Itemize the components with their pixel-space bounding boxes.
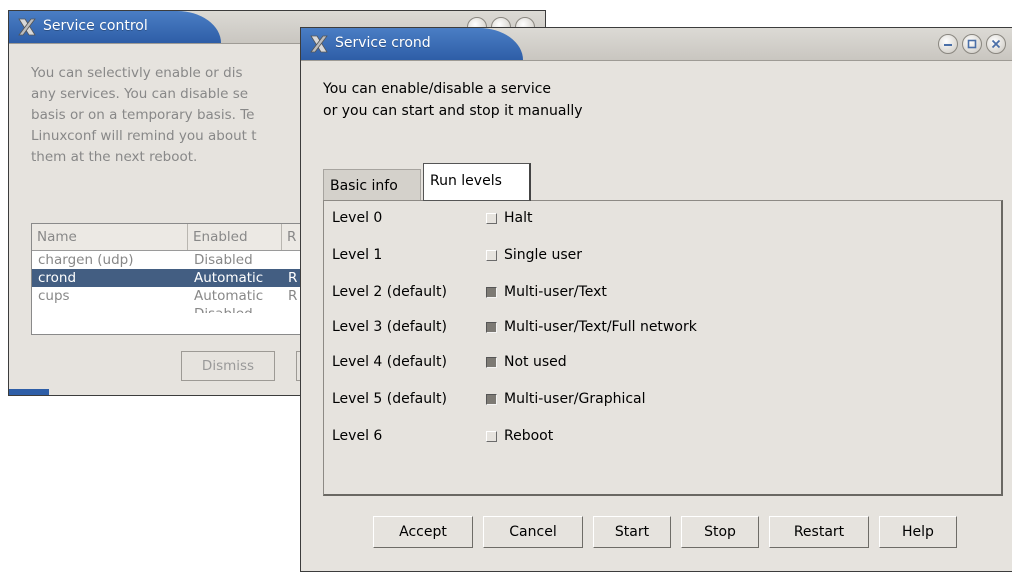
- intro-line: You can enable/disable a service: [323, 81, 552, 97]
- cell-enabled: Disabled: [194, 252, 253, 268]
- cell-name: cups: [38, 288, 70, 304]
- description-line: Linuxconf will remind you about t: [31, 128, 257, 144]
- intro-text: You can enable/disable a service or you …: [323, 78, 583, 122]
- help-button[interactable]: Help: [879, 516, 957, 548]
- tab-basic-info[interactable]: Basic info: [323, 169, 421, 201]
- level-label[interactable]: Not used: [504, 351, 567, 373]
- restart-button[interactable]: Restart: [769, 516, 869, 548]
- tab-run-levels[interactable]: Run levels: [423, 163, 531, 201]
- cell-enabled: Automatic: [194, 288, 264, 304]
- level-label[interactable]: Halt: [504, 207, 533, 229]
- level-label[interactable]: Single user: [504, 244, 582, 266]
- level-checkbox[interactable]: [486, 250, 497, 261]
- cell-r: R: [288, 288, 298, 304]
- level-name: Level 1: [332, 247, 383, 263]
- level-name: Level 5 (default): [332, 391, 447, 407]
- level-checkbox[interactable]: [486, 431, 497, 442]
- window-title: Service control: [43, 18, 148, 34]
- run-levels-panel: Level 0 Halt Level 1 Single user Level 2…: [323, 200, 1003, 496]
- minimize-icon[interactable]: [938, 34, 958, 54]
- level-checkbox[interactable]: [486, 213, 497, 224]
- cell-enabled: Automatic: [194, 270, 264, 286]
- level-checkbox[interactable]: [486, 394, 497, 405]
- x-logo-icon: [310, 35, 328, 53]
- level-label[interactable]: Multi-user/Text/Full network: [504, 316, 697, 338]
- cell-r: R: [288, 270, 298, 286]
- start-button[interactable]: Start: [593, 516, 671, 548]
- cell-name: chargen (udp): [38, 252, 134, 268]
- level-label[interactable]: Multi-user/Text: [504, 281, 607, 303]
- description: You can selectivly enable or dis any ser…: [31, 63, 257, 168]
- cell-enabled: Disabled: [188, 305, 253, 313]
- level-name: Level 6: [332, 428, 383, 444]
- level-name: Level 4 (default): [332, 354, 447, 370]
- intro-line: or you can start and stop it manually: [323, 103, 583, 119]
- level-label[interactable]: Multi-user/Graphical: [504, 388, 646, 410]
- x-logo-icon: [18, 18, 36, 36]
- window-controls: [938, 34, 1006, 54]
- accept-button[interactable]: Accept: [373, 516, 473, 548]
- level-checkbox[interactable]: [486, 287, 497, 298]
- level-label[interactable]: Reboot: [504, 425, 553, 447]
- level-name: Level 3 (default): [332, 319, 447, 335]
- level-checkbox[interactable]: [486, 357, 497, 368]
- column-header-enabled[interactable]: Enabled: [188, 224, 282, 250]
- dismiss-button[interactable]: Dismiss: [181, 351, 275, 381]
- level-name: Level 0: [332, 210, 383, 226]
- cell-name: crond: [38, 270, 77, 286]
- description-line: You can selectivly enable or dis: [31, 65, 243, 81]
- close-icon[interactable]: [986, 34, 1006, 54]
- level-checkbox[interactable]: [486, 322, 497, 333]
- description-line: any services. You can disable se: [31, 86, 249, 102]
- description-line: them at the next reboot.: [31, 149, 198, 165]
- stop-button[interactable]: Stop: [681, 516, 759, 548]
- description-line: basis or on a temporary basis. Te: [31, 107, 255, 123]
- maximize-icon[interactable]: [962, 34, 982, 54]
- cancel-button[interactable]: Cancel: [483, 516, 583, 548]
- service-crond-window: Service crond You can enable/disable a s…: [300, 27, 1012, 572]
- column-header-name[interactable]: Name: [32, 224, 188, 250]
- bottom-bar-accent: [9, 389, 49, 395]
- title-tab: Service control: [9, 11, 221, 43]
- level-name: Level 2 (default): [332, 284, 447, 300]
- title-tab: Service crond: [301, 28, 523, 60]
- window-title: Service crond: [335, 35, 431, 51]
- title-bar[interactable]: Service crond: [301, 28, 1012, 61]
